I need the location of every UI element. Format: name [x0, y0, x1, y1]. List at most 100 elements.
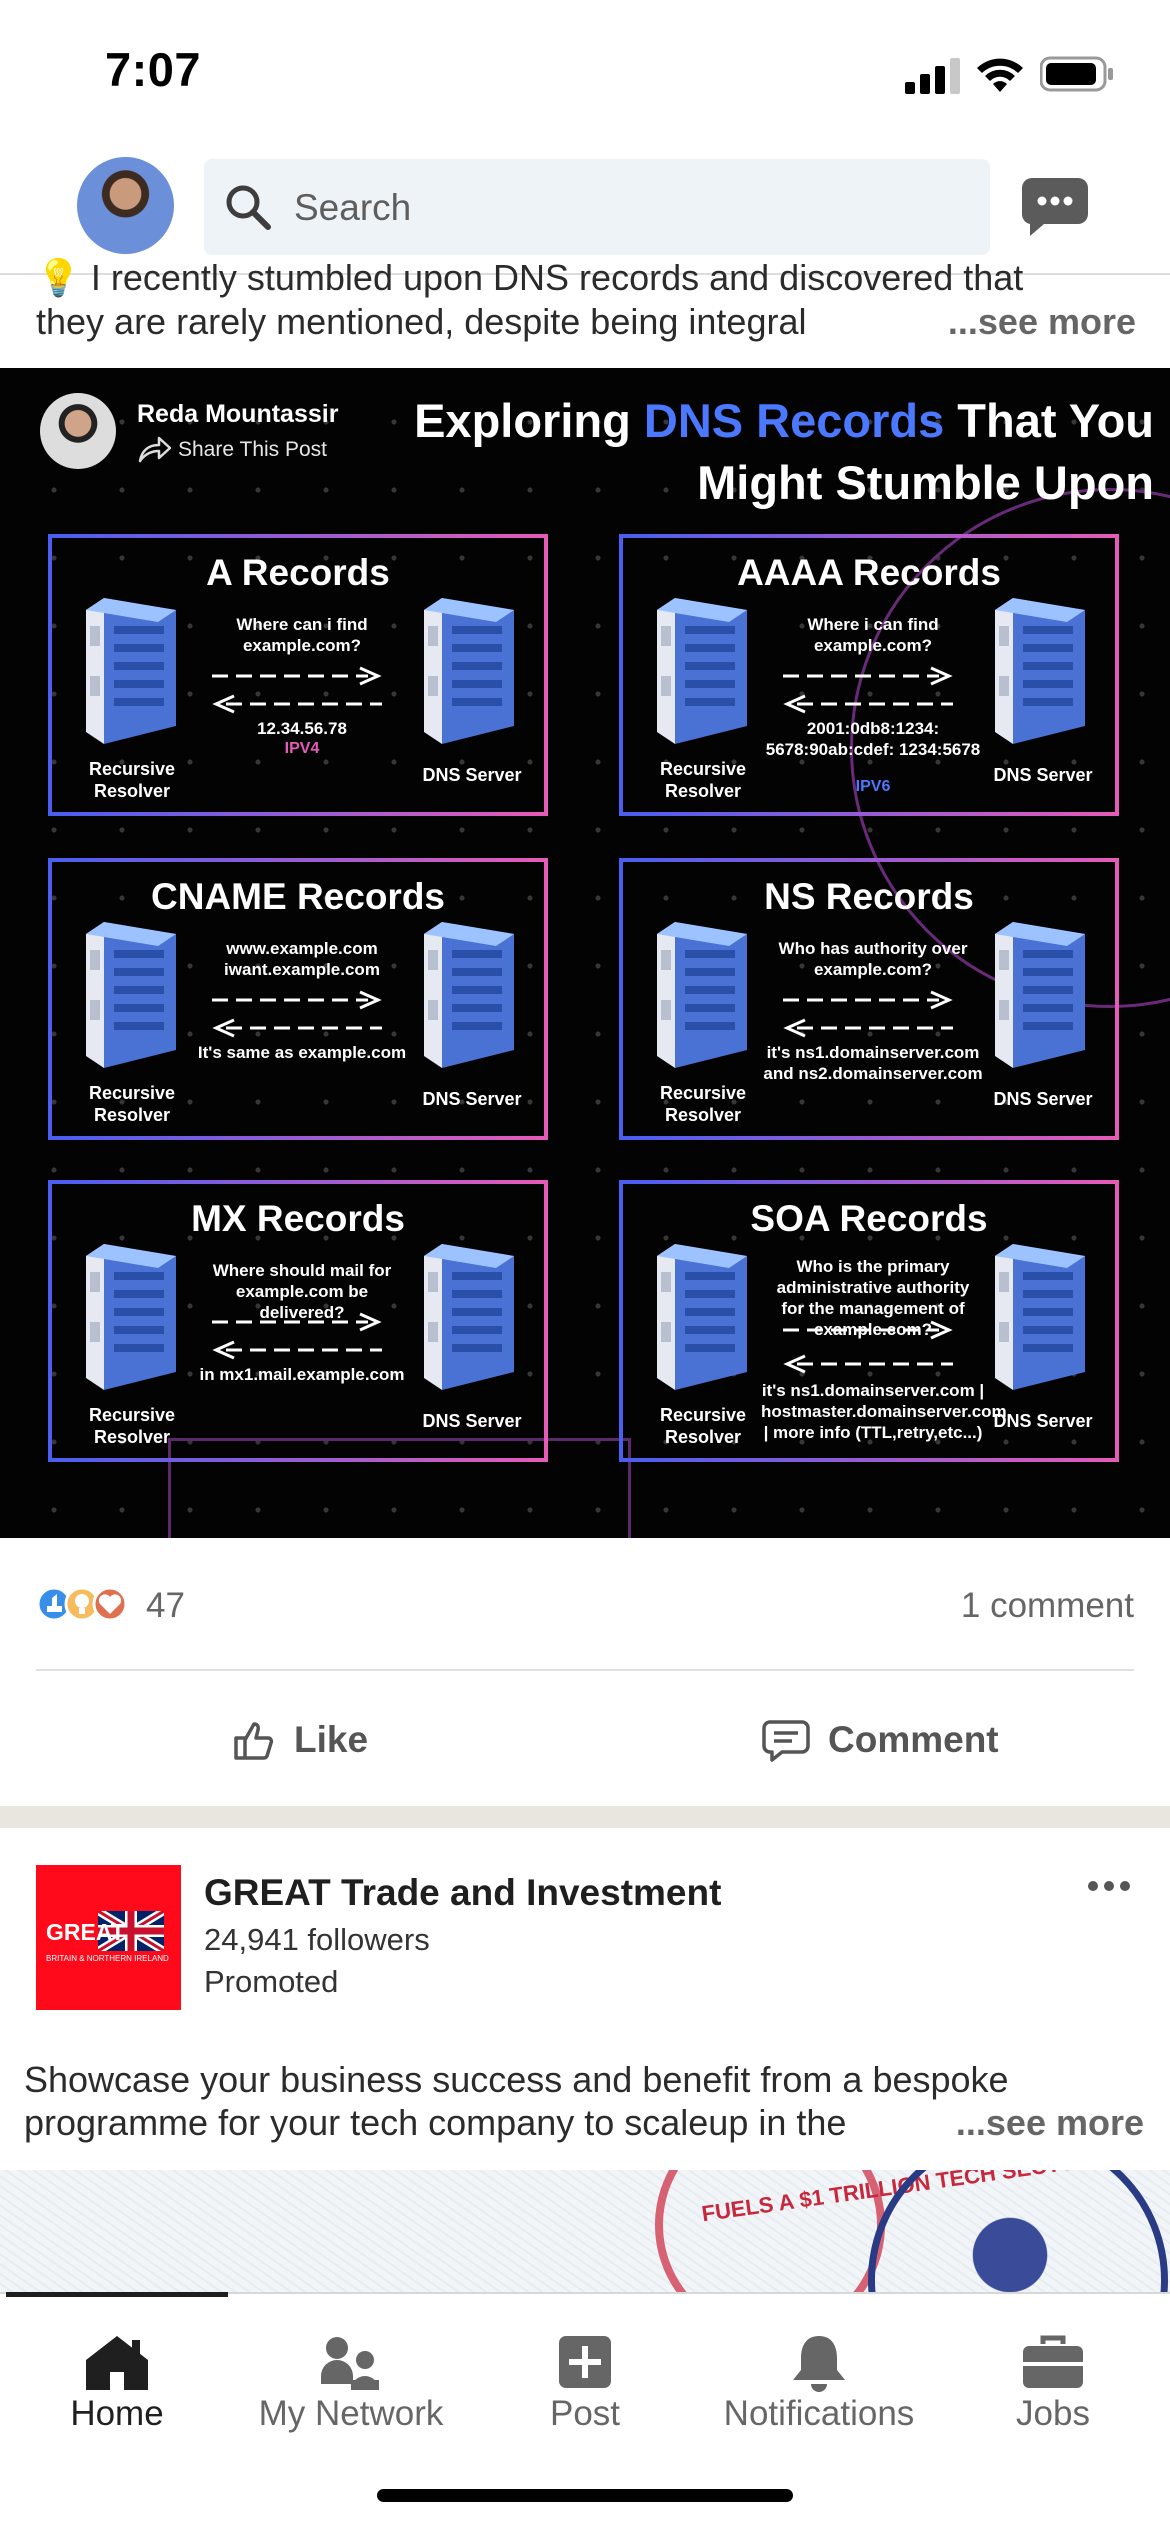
- messaging-icon[interactable]: [1020, 176, 1090, 238]
- advertiser-name[interactable]: GREAT Trade and Investment: [204, 1872, 721, 1914]
- search-input[interactable]: Search: [204, 159, 990, 255]
- response-arrow: [783, 1354, 953, 1374]
- tab-home[interactable]: Home: [0, 2294, 234, 2444]
- response-arrow: [212, 694, 382, 714]
- brand-logo[interactable]: GREAT BRITAIN & NORTHERN IRELAND: [36, 1865, 181, 2010]
- server-icon: [86, 598, 176, 744]
- social-counts: 47 1 comment: [36, 1578, 1134, 1628]
- battery-icon: [1040, 56, 1113, 92]
- tab-notifications[interactable]: Notifications: [702, 2294, 936, 2444]
- right-server-label: DNS Server: [422, 1089, 522, 1109]
- record-card: AAAA Records Recursive Resolver DNS Server…: [619, 534, 1119, 816]
- query-text: www.example.com iwant.example.com: [224, 939, 380, 979]
- request-arrow: [212, 990, 382, 1010]
- right-server-label: DNS Server: [993, 765, 1093, 785]
- more-options-icon[interactable]: [1086, 1878, 1132, 1894]
- ad-image[interactable]: FUELS A $1 TRILLION TECH SECTOR: [0, 2170, 1170, 2292]
- server-icon: [657, 922, 747, 1068]
- title-accent: DNS Records: [643, 394, 945, 447]
- promoted-label: Promoted: [204, 1964, 339, 1999]
- tab-label: Jobs: [1016, 2394, 1090, 2433]
- right-server-label: DNS Server: [422, 765, 522, 785]
- server-icon: [657, 598, 747, 744]
- response-arrow: [212, 1018, 382, 1038]
- like-button[interactable]: Like: [232, 1712, 368, 1768]
- reaction-count[interactable]: 47: [146, 1586, 185, 1626]
- logo-text: GREAT: [46, 1919, 125, 1945]
- comment-button[interactable]: Comment: [762, 1712, 999, 1768]
- left-server-label: Recursive Resolver: [88, 759, 176, 801]
- answer-text: 12.34.56.78: [257, 719, 347, 738]
- comment-count[interactable]: 1 comment: [961, 1586, 1134, 1626]
- server-icon: [424, 922, 514, 1068]
- tab-label: Home: [70, 2394, 164, 2433]
- ip-version-tag: IPV6: [855, 778, 891, 795]
- see-more-link[interactable]: ...see more: [931, 2101, 1144, 2144]
- server-icon: [995, 598, 1085, 744]
- bell-icon: [793, 2336, 845, 2392]
- server-icon: [995, 922, 1085, 1068]
- share-label: Share This Post: [178, 438, 328, 461]
- status-bar: 7:07: [0, 0, 1170, 140]
- request-arrow: [212, 1312, 382, 1332]
- answer-text: It's same as example.com: [197, 1043, 407, 1062]
- record-card: A Records Recursive Resolver DNS Server Whe…: [48, 534, 548, 816]
- record-title: SOA Records: [750, 1198, 988, 1239]
- answer-text: it's ns1.domainserver.com | hostmaster.d…: [761, 1381, 1007, 1442]
- title-part: Exploring: [414, 394, 644, 447]
- reaction-icons[interactable]: [36, 1584, 132, 1624]
- plus-icon: [559, 2336, 611, 2388]
- record-card: MX Records Recursive Resolver DNS Server Wh…: [48, 1180, 548, 1462]
- like-label: Like: [294, 1719, 369, 1760]
- see-more-link[interactable]: ...see more: [923, 300, 1136, 344]
- infographic-title: Exploring DNS Records That You Might Stu…: [394, 390, 1154, 514]
- ad-text: Showcase your business success and benef…: [24, 2058, 1144, 2144]
- record-title: A Records: [206, 552, 390, 593]
- left-server-label: Recursive Resolver: [659, 1083, 747, 1125]
- request-arrow: [783, 666, 953, 686]
- response-arrow: [783, 694, 953, 714]
- home-indicator: [377, 2489, 793, 2502]
- search-placeholder: Search: [294, 187, 412, 228]
- people-icon: [321, 2337, 379, 2390]
- request-arrow: [212, 666, 382, 686]
- left-server-label: Recursive Resolver: [88, 1405, 176, 1447]
- left-server-label: Recursive Resolver: [88, 1083, 176, 1125]
- record-title: NS Records: [764, 876, 974, 917]
- tab-label: Post: [549, 2394, 621, 2433]
- comment-icon: [762, 1720, 810, 1762]
- query-text: Where can i find example.com?: [236, 615, 368, 655]
- wifi-icon: [977, 58, 1023, 92]
- response-arrow: [783, 1018, 953, 1038]
- follower-count: 24,941 followers: [204, 1922, 430, 1957]
- ip-version-tag: IPV4: [284, 740, 320, 757]
- author-avatar: [40, 393, 116, 469]
- answer-text: in mx1.mail.example.com: [199, 1365, 405, 1384]
- tab-my-network[interactable]: My Network: [234, 2294, 468, 2444]
- post-text-line: 💡 I recently stumbled upon DNS records a…: [36, 257, 1024, 298]
- server-icon: [86, 922, 176, 1068]
- comment-label: Comment: [828, 1719, 999, 1760]
- answer-text: 2001:0db8:1234: 5678:90ab:cdef: 1234:567…: [765, 719, 981, 759]
- logo-subtext: BRITAIN & NORTHERN IRELAND: [46, 1954, 169, 1963]
- server-icon: [86, 1244, 176, 1390]
- right-server-label: DNS Server: [422, 1411, 522, 1431]
- record-title: MX Records: [191, 1198, 405, 1239]
- ad-text-line: Showcase your business success and benef…: [24, 2059, 1009, 2100]
- crest-icon: [945, 2190, 1075, 2292]
- profile-avatar[interactable]: [77, 157, 174, 254]
- post-text: 💡 I recently stumbled upon DNS records a…: [36, 256, 1136, 344]
- query-text: Who has authority over example.com?: [778, 939, 968, 979]
- request-arrow: [783, 990, 953, 1010]
- tab-post[interactable]: Post: [468, 2294, 702, 2444]
- signal-icon: [905, 58, 960, 94]
- thumbs-up-icon: [234, 1722, 274, 1760]
- post-image[interactable]: Reda Mountassir Share This Post Explorin…: [0, 368, 1170, 1538]
- tab-jobs[interactable]: Jobs: [936, 2294, 1170, 2444]
- briefcase-icon: [1023, 2335, 1083, 2388]
- server-icon: [657, 1244, 747, 1390]
- answer-text: it's ns1.domainserver.com and ns2.domain…: [763, 1043, 983, 1083]
- query-text: Where i can find example.com?: [807, 615, 939, 655]
- record-card: SOA Records Recursive Resolver DNS Server W…: [619, 1180, 1119, 1462]
- left-server-label: Recursive Resolver: [659, 759, 747, 801]
